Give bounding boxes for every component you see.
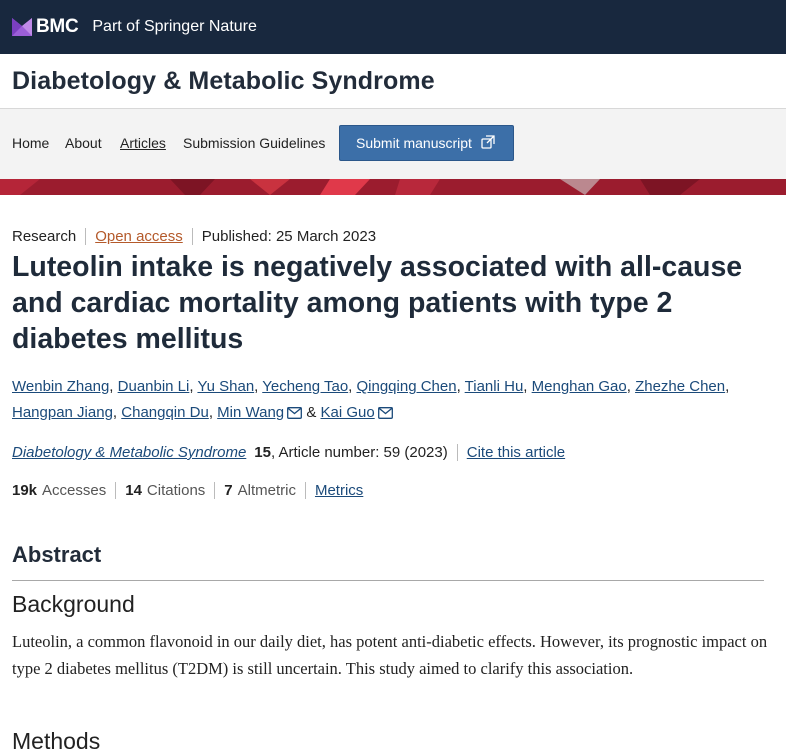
- background-text: Luteolin, a common flavonoid in our dail…: [12, 632, 768, 678]
- separator: [214, 482, 216, 499]
- journal-title[interactable]: Diabetology & Metabolic Syndrome: [12, 67, 435, 96]
- citations-count: 14: [125, 482, 142, 499]
- article-meta: Research Open access Published: 25 March…: [12, 228, 376, 245]
- author-link[interactable]: Tianli Hu: [465, 378, 524, 395]
- author-separator: ,: [456, 378, 461, 395]
- accesses-label: Accesses: [42, 482, 107, 499]
- abstract-divider: [12, 580, 764, 581]
- mail-icon[interactable]: [377, 402, 393, 428]
- nav-submission-guidelines[interactable]: Submission Guidelines: [183, 135, 325, 151]
- abstract-heading: Abstract: [12, 542, 102, 567]
- author-link[interactable]: Changqin Du: [121, 404, 209, 421]
- top-bar: BMC Part of Springer Nature: [0, 0, 786, 54]
- altmetric-label: Altmetric: [237, 482, 296, 499]
- author-link[interactable]: Min Wang: [217, 404, 284, 421]
- altmetric-count: 7: [224, 482, 233, 499]
- methods-heading: Methods: [12, 728, 101, 754]
- author-separator: ,: [109, 378, 114, 395]
- metrics-bar: 19k Accesses 14 Citations 7 Altmetric Me…: [12, 482, 363, 499]
- submit-manuscript-label: Submit manuscript: [356, 135, 472, 151]
- author-separator: ,: [254, 378, 259, 395]
- separator: [191, 228, 193, 245]
- author-separator: ,: [112, 404, 118, 421]
- journal-header: Diabetology & Metabolic Syndrome: [0, 54, 786, 109]
- author-link[interactable]: Kai Guo: [321, 404, 375, 421]
- author-separator: ,: [208, 404, 213, 421]
- author-link[interactable]: Yecheng Tao: [262, 378, 348, 395]
- separator: [85, 228, 87, 245]
- volume-number: 15: [254, 444, 271, 461]
- author-link[interactable]: Qingqing Chen: [357, 378, 457, 395]
- author-list: Wenbin Zhang, Duanbin Li, Yu Shan, Yeche…: [12, 374, 782, 428]
- nav-home[interactable]: Home: [12, 135, 49, 151]
- author-link[interactable]: Menghan Gao: [532, 378, 627, 395]
- author-separator: ,: [189, 378, 194, 395]
- published-date: Published: 25 March 2023: [201, 228, 377, 245]
- metrics-link[interactable]: Metrics: [315, 482, 363, 499]
- decorative-banner: [0, 179, 786, 195]
- citations-label: Citations: [146, 482, 206, 499]
- author-link[interactable]: Yu Shan: [197, 378, 254, 395]
- mail-icon[interactable]: [287, 402, 303, 428]
- external-link-icon: [480, 134, 496, 153]
- citation-line: Diabetology & Metabolic Syndrome 15 , Ar…: [12, 444, 565, 461]
- author-separator: ,: [725, 378, 730, 395]
- background-heading: Background: [12, 591, 135, 617]
- author-link[interactable]: Duanbin Li: [118, 378, 190, 395]
- bmc-logo-icon: [12, 18, 32, 36]
- accesses-count: 19k: [12, 482, 38, 499]
- separator: [115, 482, 117, 499]
- article-title: Luteolin intake is negatively associated…: [12, 251, 743, 355]
- separator: [456, 444, 458, 461]
- open-access-link[interactable]: Open access: [95, 228, 183, 245]
- cite-this-article-link[interactable]: Cite this article: [467, 444, 565, 461]
- author-separator: ,: [626, 378, 631, 395]
- brand-name: BMC: [36, 16, 79, 37]
- article-type: Research: [12, 228, 77, 245]
- separator: [304, 482, 306, 499]
- author-link[interactable]: Zhezhe Chen: [635, 378, 725, 395]
- nav-articles[interactable]: Articles: [120, 135, 166, 151]
- parent-company[interactable]: Part of Springer Nature: [92, 18, 257, 36]
- nav-about[interactable]: About: [65, 135, 102, 151]
- article-number: , Article number: 59 (2023): [270, 444, 448, 461]
- author-link[interactable]: Wenbin Zhang: [12, 378, 109, 395]
- submit-manuscript-button[interactable]: Submit manuscript: [339, 125, 514, 161]
- journal-link[interactable]: Diabetology & Metabolic Syndrome: [12, 444, 246, 461]
- author-separator: ,: [523, 378, 528, 395]
- main-nav: Home About Articles Submission Guideline…: [0, 109, 786, 179]
- author-separator: ,: [348, 378, 353, 395]
- author-and: &: [306, 404, 317, 421]
- bmc-logo-link[interactable]: BMC: [12, 16, 79, 38]
- author-link[interactable]: Hangpan Jiang: [12, 404, 113, 421]
